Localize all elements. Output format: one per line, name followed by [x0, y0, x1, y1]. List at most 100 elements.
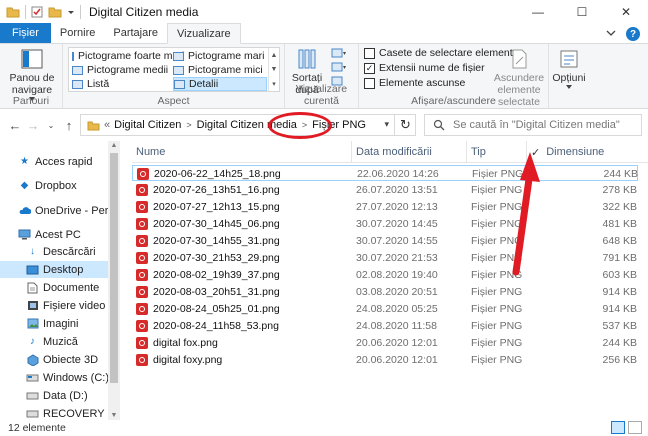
refresh-icon[interactable]: ↻ [394, 114, 416, 136]
nav-item-videos[interactable]: Fișiere video [0, 297, 108, 314]
table-row[interactable]: 2020-08-03_20h51_31.png 03.08.2020 20:51 F… [132, 284, 638, 300]
nav-pane-button[interactable]: Panou de navigare [4, 48, 60, 102]
tab-view[interactable]: Vizualizare [167, 23, 241, 44]
nav-item-3d-objects[interactable]: Obiecte 3D [0, 351, 108, 368]
table-row[interactable]: 2020-06-22_14h25_18.png 22.06.2020 14:26 F… [132, 165, 638, 181]
nav-item-desktop[interactable]: Desktop [0, 261, 108, 278]
details-view-icon[interactable] [611, 421, 625, 434]
chevron-down-icon [566, 85, 572, 89]
layout-gallery-scroll[interactable]: ▲ ▼ ▾ [268, 48, 279, 91]
scroll-down-icon[interactable]: ▼ [108, 412, 120, 419]
checkbox[interactable] [364, 77, 375, 89]
gallery-more-icon[interactable]: ▾ [272, 80, 276, 88]
maximize-button[interactable]: ☐ [560, 0, 604, 24]
group-by-icon[interactable] [331, 48, 347, 58]
table-row[interactable]: 2020-08-24_05h25_01.png 24.08.2020 05:25 F… [132, 301, 638, 317]
nav-item-quick-access[interactable]: ★ Acces rapid [0, 153, 108, 170]
breadcrumb-overflow[interactable]: « [104, 119, 110, 131]
chevron-up-icon[interactable]: ▲ [271, 52, 278, 59]
chevron-down-icon[interactable]: ▼ [271, 66, 278, 73]
tab-file[interactable]: Fișier [0, 23, 51, 43]
add-columns-icon[interactable] [331, 62, 347, 72]
breadcrumb-separator-icon[interactable]: > [186, 120, 191, 130]
table-row[interactable]: 2020-08-24_11h58_53.png 24.08.2020 11:58 F… [132, 318, 638, 334]
forward-arrow-icon[interactable]: → [24, 118, 42, 133]
column-header-size[interactable]: ✓ Dimensiune [527, 141, 648, 163]
table-row[interactable]: digital foxy.png 20.06.2020 12:01 Fișier P… [132, 352, 638, 368]
layout-small-icons[interactable]: Pictograme mici [173, 63, 267, 77]
nav-item-music[interactable]: ♪ Muzică [0, 333, 108, 350]
back-arrow-icon[interactable]: ← [6, 118, 24, 133]
png-file-icon [136, 320, 148, 332]
scroll-up-icon[interactable]: ▲ [108, 142, 120, 149]
file-name-cell[interactable]: 2020-08-03_20h51_31.png [136, 284, 352, 300]
file-name-cell[interactable]: 2020-07-27_12h13_15.png [136, 199, 352, 215]
file-name-cell[interactable]: 2020-06-22_14h25_18.png [137, 166, 353, 182]
file-name-cell[interactable]: 2020-07-30_14h45_06.png [136, 216, 352, 232]
file-extensions-toggle[interactable]: ✓ Extensii nume de fișier [364, 62, 485, 74]
breadcrumb-png-file[interactable]: Fișier PNG [312, 119, 366, 131]
nav-item-pictures[interactable]: Imagini [0, 315, 108, 332]
breadcrumb-separator-icon[interactable]: > [302, 120, 307, 130]
file-name-cell[interactable]: digital fox.png [136, 335, 352, 351]
layout-large-icons[interactable]: Pictograme mari [173, 49, 267, 63]
layout-extra-large-icons[interactable]: Pictograme foarte mari [72, 49, 184, 63]
up-arrow-icon[interactable]: ↑ [60, 118, 78, 133]
column-header-name[interactable]: Nume [132, 141, 352, 163]
address-bar[interactable]: « Digital Citizen > Digital Citizen medi… [80, 114, 416, 136]
table-row[interactable]: 2020-07-30_14h45_06.png 30.07.2020 14:45 F… [132, 216, 638, 232]
new-folder-icon[interactable] [48, 6, 62, 18]
column-header-date[interactable]: Data modificării [352, 141, 467, 163]
file-name-cell[interactable]: 2020-08-02_19h39_37.png [136, 267, 352, 283]
table-row[interactable]: 2020-07-30_14h55_31.png 30.07.2020 14:55 F… [132, 233, 638, 249]
table-row[interactable]: digital fox.png 20.06.2020 12:01 Fișier PN… [132, 335, 638, 351]
layout-medium-icons[interactable]: Pictograme medii [72, 63, 170, 77]
column-header-type[interactable]: Tip [467, 141, 527, 163]
close-button[interactable]: ✕ [604, 0, 648, 24]
file-name-cell[interactable]: digital foxy.png [136, 352, 352, 368]
file-type: Fișier PNG [472, 168, 524, 180]
tab-home[interactable]: Pornire [51, 23, 104, 43]
checkbox[interactable] [364, 47, 375, 59]
layout-list[interactable]: Listă [72, 77, 170, 91]
file-name-cell[interactable]: 2020-07-26_13h51_16.png [136, 182, 352, 198]
window-title: Digital Citizen media [89, 5, 199, 19]
properties-icon[interactable] [31, 6, 43, 18]
file-name-cell[interactable]: 2020-07-30_14h55_31.png [136, 233, 352, 249]
layout-details[interactable]: Detalii [173, 77, 267, 91]
nav-item-drive-c[interactable]: Windows (C:) [0, 369, 108, 386]
minimize-button[interactable]: — [516, 0, 560, 24]
hidden-items-toggle[interactable]: Elemente ascunse [364, 77, 465, 89]
nav-pane-scrollbar[interactable]: ▲ ▼ [108, 141, 120, 420]
file-name-cell[interactable]: 2020-07-30_21h53_29.png [136, 250, 352, 266]
scrollbar-thumb[interactable] [110, 153, 118, 383]
table-row[interactable]: 2020-08-02_19h39_37.png 02.08.2020 19:40 F… [132, 267, 638, 283]
nav-item-dropbox[interactable]: ◆ Dropbox [0, 177, 108, 194]
file-name: 2020-08-02_19h39_37.png [153, 269, 280, 281]
tab-share[interactable]: Partajare [104, 23, 167, 43]
file-name: 2020-08-03_20h51_31.png [153, 286, 280, 298]
checkbox-checked[interactable]: ✓ [364, 62, 375, 74]
table-row[interactable]: 2020-07-26_13h51_16.png 26.07.2020 13:51 F… [132, 182, 638, 198]
help-icon[interactable]: ? [626, 27, 640, 41]
nav-item-onedrive[interactable]: OneDrive - Person [0, 202, 108, 219]
nav-item-drive-e[interactable]: RECOVERY (E:) [0, 405, 108, 420]
customize-toolbar-icon[interactable] [67, 8, 75, 16]
file-name-cell[interactable]: 2020-08-24_05h25_01.png [136, 301, 352, 317]
large-icons-view-icon[interactable] [628, 421, 642, 434]
nav-item-this-pc[interactable]: Acest PC [0, 226, 108, 243]
png-file-icon [136, 337, 148, 349]
options-button[interactable]: Opțiuni [551, 48, 587, 90]
nav-item-downloads[interactable]: ↓ Descărcări [0, 243, 108, 260]
table-row[interactable]: 2020-07-30_21h53_29.png 30.07.2020 21:53 F… [132, 250, 638, 266]
breadcrumb-media[interactable]: Digital Citizen media [197, 119, 297, 131]
file-name-cell[interactable]: 2020-08-24_11h58_53.png [136, 318, 352, 334]
recent-locations-chevron-icon[interactable]: ⌄ [42, 121, 60, 130]
address-dropdown-icon[interactable]: ▾ [384, 119, 389, 130]
chevron-down-icon[interactable] [606, 28, 616, 40]
table-row[interactable]: 2020-07-27_12h13_15.png 27.07.2020 12:13 F… [132, 199, 638, 215]
search-box[interactable]: Se caută în "Digital Citizen media" [424, 114, 642, 136]
nav-item-drive-d[interactable]: Data (D:) [0, 387, 108, 404]
nav-item-documents[interactable]: Documente [0, 279, 108, 296]
breadcrumb-digital-citizen[interactable]: Digital Citizen [114, 119, 181, 131]
